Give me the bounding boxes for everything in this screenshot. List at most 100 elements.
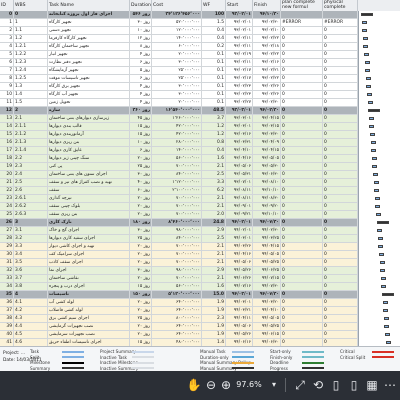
cell-id[interactable]: 28 bbox=[0, 235, 14, 243]
cell-plan[interactable]: 0 bbox=[281, 131, 323, 139]
cell-phys[interactable]: 0 bbox=[323, 315, 358, 323]
cell-name[interactable]: اجرای سرامیک کف bbox=[48, 251, 130, 259]
cell-start[interactable]: ۹۳/۰۲/۰۱ bbox=[226, 19, 253, 27]
cell-plan[interactable]: 0 bbox=[281, 243, 323, 251]
cell-wbs[interactable]: 2.1.4 bbox=[14, 147, 48, 155]
cell-start[interactable]: ۹۳/۰۲/۱۹ bbox=[226, 51, 253, 59]
cell-cost[interactable]: ۸٬۴۶۰٬۰۰۰٬۰۰۰ bbox=[152, 219, 202, 227]
gantt-task-bar[interactable] bbox=[373, 181, 379, 184]
table-row[interactable]: 40 4.5 نصب تجهیزات سرمایشی ۲۰ روز ۶۴۰٬۰۰۰٬۰۰… bbox=[0, 331, 400, 339]
cell-cost[interactable]: ۶۴۰٬۰۰۰٬۰۰۰ bbox=[152, 299, 202, 307]
cell-name[interactable]: اجرای سفید کاری دیوارها bbox=[48, 235, 130, 243]
table-row[interactable]: 37 4.2 لوله کشی فاضلاب ۲۰ روز ۶۴۰٬۰۰۰٬۰۰۰ 1.9… bbox=[0, 307, 400, 315]
cell-phys[interactable]: 0 bbox=[323, 107, 358, 115]
cell-cost[interactable]: ۸۰۰٬۰۰۰٬۰۰۰ bbox=[152, 315, 202, 323]
table-row[interactable]: 30 3.4 اجرای سرامیک کف ۲۰ روز ۷۰۰٬۰۰۰٬۰۰۰ 2.1… bbox=[0, 251, 400, 259]
cell-dur[interactable]: ۴۵ روز bbox=[130, 115, 152, 123]
table-row[interactable]: 6 1.2.3 تجهیز دفتر نظارت ۶ روز ۳۰٬۰۰۰٬۰۰۰ 0.1… bbox=[0, 59, 400, 67]
cell-finish[interactable]: ۹۳/۰۴/۱۵ bbox=[253, 115, 281, 123]
cell-cost[interactable]: ۷۰۰٬۰۰۰٬۰۰۰ bbox=[152, 203, 202, 211]
cell-plan[interactable]: 0 bbox=[281, 35, 323, 43]
cell-finish[interactable]: ۹۴/۰۴/۱۵ bbox=[253, 243, 281, 251]
cell-cost[interactable]: ۷۰۰٬۰۰۰٬۰۰۰ bbox=[152, 275, 202, 283]
cell-name[interactable]: تجهیز آب کارگاه bbox=[48, 91, 130, 99]
gantt-summary-bar[interactable] bbox=[382, 293, 394, 296]
cell-wbs[interactable]: 1.2.4 bbox=[14, 67, 48, 75]
cell-cost[interactable]: ۱۶٬۵۴۰٬۰۰۰٬۰۰۰ bbox=[152, 107, 202, 115]
cell-start[interactable]: ۹۴/۰۵/۲۶ bbox=[226, 267, 253, 275]
cell-cost[interactable]: ۲۸۰٬۰۰۰٬۰۰۰ bbox=[152, 139, 202, 147]
table-row[interactable]: 39 4.4 نصب تجهیزات گرمایشی ۲۰ روز ۶۴۰٬۰۰۰٬۰۰… bbox=[0, 323, 400, 331]
cell-name[interactable]: لوله کشی فاضلاب bbox=[48, 307, 130, 315]
table-row[interactable]: 1 1 تجهیز کارگاه ۳۰ روز ۵۲۰٬۰۰۰٬۰۰۰ 1.5 ۹۳/۰۲/… bbox=[0, 19, 400, 27]
cell-plan[interactable]: 0 bbox=[281, 139, 323, 147]
cell-start[interactable]: ۹۳/۰۳/۰۱ bbox=[226, 123, 253, 131]
table-row[interactable]: 11 1.5 تحویل زمین ۴ روز ۲۰٬۰۰۰٬۰۰۰ 0.1 ۹۳/۰۲/۲… bbox=[0, 99, 400, 107]
cell-wf[interactable]: 1.9 bbox=[202, 299, 226, 307]
cell-wbs[interactable]: 1.2.5 bbox=[14, 75, 48, 83]
cell-cost[interactable]: ۵۶۰٬۰۰۰٬۰۰۰ bbox=[152, 155, 202, 163]
cell-finish[interactable]: ۹۴/۰۶/۱۵ bbox=[253, 331, 281, 339]
cell-wf[interactable]: 1.4 bbox=[202, 339, 226, 346]
cell-start[interactable]: ۹۴/۰۲/۰۱ bbox=[226, 219, 253, 227]
cell-phys[interactable]: 0 bbox=[323, 179, 358, 187]
cell-plan[interactable]: 0 bbox=[281, 299, 323, 307]
cell-dur[interactable]: ۴۰ روز bbox=[130, 179, 152, 187]
single-page-icon[interactable]: ▯ bbox=[328, 377, 344, 393]
gantt-task-bar[interactable] bbox=[383, 317, 389, 320]
cell-plan[interactable]: 0 bbox=[281, 259, 323, 267]
cell-phys[interactable]: 0 bbox=[323, 75, 358, 83]
cell-start[interactable]: ۹۳/۰۲/۲۳ bbox=[226, 91, 253, 99]
cell-plan[interactable]: 0 bbox=[281, 155, 323, 163]
gantt-task-bar[interactable] bbox=[370, 141, 376, 144]
cell-dur[interactable]: ۶ روز bbox=[130, 75, 152, 83]
cell-dur[interactable]: ۲۰ روز bbox=[130, 211, 152, 219]
cell-cost[interactable]: ۲۵٬۰۰۰٬۰۰۰ bbox=[152, 67, 202, 75]
cell-start[interactable]: ۹۳/۰۵/۳۱ bbox=[226, 171, 253, 179]
cell-id[interactable]: 26 bbox=[0, 219, 14, 227]
table-row[interactable]: 3 1.2 تجهیز کارگاه کارفرما ۱۲ روز ۱۴۰٬۰۰۰٬۰۰… bbox=[0, 35, 400, 43]
cell-phys[interactable]: 0 bbox=[323, 211, 358, 219]
cell-finish[interactable]: ۹۴/۰۵/۰۵ bbox=[253, 315, 281, 323]
cell-wf[interactable]: 2.5 bbox=[202, 235, 226, 243]
cell-cost[interactable]: ۹۸۰٬۰۰۰٬۰۰۰ bbox=[152, 227, 202, 235]
gantt-task-bar[interactable] bbox=[364, 61, 370, 64]
cell-id[interactable]: 32 bbox=[0, 267, 14, 275]
gantt-task-bar[interactable] bbox=[363, 45, 369, 48]
cell-wbs[interactable]: 3.1 bbox=[14, 227, 48, 235]
gantt-task-bar[interactable] bbox=[362, 37, 368, 40]
table-row[interactable]: 17 2.1.4 عایق کاری دیوارها ۶ روز ۱۴۰٬۰۰۰٬۰۰۰… bbox=[0, 147, 400, 155]
cell-id[interactable]: 14 bbox=[0, 123, 14, 131]
cell-wf[interactable]: 2.1 bbox=[202, 163, 226, 171]
cell-plan[interactable]: 0 bbox=[281, 235, 323, 243]
cell-phys[interactable]: 0 bbox=[323, 35, 358, 43]
cell-wbs[interactable]: 0 bbox=[14, 11, 48, 19]
cell-plan[interactable]: 0 bbox=[281, 339, 323, 346]
two-page-icon[interactable]: ▯ bbox=[346, 377, 362, 393]
cell-wf[interactable]: 100 bbox=[202, 11, 226, 19]
hand-tool-icon[interactable]: ✋ bbox=[186, 377, 202, 393]
cell-wf[interactable]: 24.8 bbox=[202, 219, 226, 227]
cell-id[interactable]: 38 bbox=[0, 315, 14, 323]
gantt-task-bar[interactable] bbox=[371, 149, 377, 152]
cell-finish[interactable]: ۹۳/۰۲/۱۶ bbox=[253, 59, 281, 67]
cell-dur[interactable]: ۲۵ روز bbox=[130, 235, 152, 243]
cell-id[interactable]: 8 bbox=[0, 75, 14, 83]
zoom-level[interactable]: 97.6% bbox=[233, 377, 265, 393]
table-row[interactable]: 26 3 نازک کاری ۱۸۰ روز ۸٬۴۶۰٬۰۰۰٬۰۰۰ 24.8 ۹۴/۰… bbox=[0, 219, 400, 227]
cell-dur[interactable]: ۱۰ روز bbox=[130, 139, 152, 147]
cell-start[interactable]: ۹۴/۰۳/۲۱ bbox=[226, 307, 253, 315]
cell-start[interactable]: ۹۳/۰۴/۱۰ bbox=[226, 147, 253, 155]
cell-id[interactable]: 20 bbox=[0, 171, 14, 179]
cell-id[interactable]: 15 bbox=[0, 131, 14, 139]
cell-name[interactable]: اجرای گچ و خاک bbox=[48, 227, 130, 235]
column-header-start[interactable]: Start bbox=[226, 0, 253, 11]
cell-dur[interactable]: ۳۰ روز bbox=[130, 171, 152, 179]
cell-finish[interactable]: ۹۴/۰۴/۱۰ bbox=[253, 307, 281, 315]
cell-wbs[interactable]: 1.2.2 bbox=[14, 51, 48, 59]
cell-finish[interactable]: ۹۴/۰۵/۲۵ bbox=[253, 323, 281, 331]
cell-finish[interactable]: ۹۳/۰۲/۱۰ bbox=[253, 27, 281, 35]
cell-id[interactable]: 17 bbox=[0, 147, 14, 155]
cell-wbs[interactable]: 2.6.1 bbox=[14, 195, 48, 203]
cell-dur[interactable]: ۲۰ روز bbox=[130, 243, 152, 251]
